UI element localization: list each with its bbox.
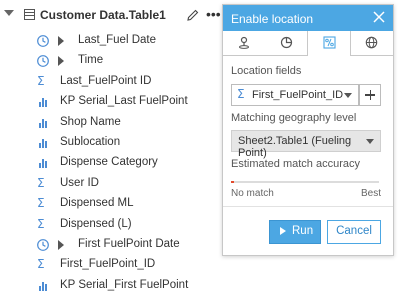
field-label: First FuelPoint Date xyxy=(78,238,180,250)
geo-level-label: Matching geography level xyxy=(231,112,357,124)
dataset-header[interactable]: Customer Data.Table1 ••• xyxy=(0,0,230,32)
tab-coordinates[interactable] xyxy=(223,31,265,55)
more-options-icon[interactable]: ••• xyxy=(206,6,221,22)
chevron-down-icon xyxy=(366,139,374,144)
bar-chart-icon xyxy=(39,139,47,148)
tab-location-fields[interactable] xyxy=(307,31,351,56)
accuracy-label: Estimated match accuracy xyxy=(231,158,360,170)
field-label: Last_Fuel Date xyxy=(78,34,156,46)
play-icon xyxy=(280,227,286,235)
bar-chart-icon xyxy=(39,98,47,108)
sigma-icon: Σ xyxy=(37,73,45,88)
collapse-chevron-icon[interactable] xyxy=(4,10,14,16)
expand-caret-icon[interactable] xyxy=(58,36,64,46)
field-label: Time xyxy=(78,54,104,67)
field-label: Dispense Category xyxy=(60,156,158,169)
geo-level-value: Sheet2.Table1 (Fueling Point) xyxy=(238,135,352,159)
clock-icon xyxy=(37,55,49,68)
field-row[interactable]: Σ Dispensed ML xyxy=(0,194,230,214)
dataset-title: Customer Data.Table1 xyxy=(40,8,166,22)
tab-address[interactable] xyxy=(265,31,307,55)
expand-caret-icon[interactable] xyxy=(58,56,64,67)
field-row[interactable]: KP Serial_First FuelPoint xyxy=(0,276,230,296)
tab-geography[interactable] xyxy=(350,31,392,55)
field-label: Sublocation xyxy=(60,136,121,148)
bar-chart-icon xyxy=(39,159,47,169)
field-label: Shop Name xyxy=(60,115,121,128)
sigma-icon: Σ xyxy=(37,216,45,231)
cancel-button[interactable]: Cancel xyxy=(327,220,381,244)
geography-level-select[interactable]: Sheet2.Table1 (Fueling Point) xyxy=(231,130,381,159)
location-tabs xyxy=(223,31,393,56)
field-label: First_FuelPoint_ID xyxy=(60,258,156,271)
field-label: KP Serial_Last FuelPoint xyxy=(60,95,188,108)
accuracy-max-label: Best xyxy=(360,188,381,199)
field-row[interactable]: Σ Dispensed (L) xyxy=(0,215,230,235)
location-fields-label: Location fields xyxy=(231,65,302,77)
field-label: User ID xyxy=(60,176,99,189)
field-row[interactable]: Σ Last_FuelPoint ID xyxy=(0,72,230,92)
pencil-icon[interactable] xyxy=(186,8,200,22)
field-row[interactable]: First FuelPoint Date xyxy=(0,235,230,255)
address-tab-icon xyxy=(280,36,293,49)
enable-location-dialog: Enable location Location fields Σ First_… xyxy=(222,4,394,256)
field-row[interactable]: Σ User ID xyxy=(0,174,230,194)
cancel-label: Cancel xyxy=(336,225,372,237)
divider xyxy=(223,206,393,207)
bar-chart-icon xyxy=(39,118,47,128)
field-row[interactable]: Time xyxy=(0,51,230,71)
field-label: Dispensed (L) xyxy=(60,217,132,230)
field-row[interactable]: KP Serial_Last FuelPoint xyxy=(0,92,230,112)
chevron-down-icon xyxy=(344,93,352,98)
bar-chart-icon xyxy=(39,281,47,291)
sigma-icon: Σ xyxy=(237,87,245,101)
expand-caret-icon[interactable] xyxy=(58,240,64,250)
field-row[interactable]: Dispense Category xyxy=(0,153,230,173)
add-field-button[interactable] xyxy=(359,84,381,106)
accuracy-fill xyxy=(231,181,234,183)
coordinates-tab-icon xyxy=(239,36,249,49)
location-field-select[interactable]: Σ First_FuelPoint_ID xyxy=(231,84,359,106)
sigma-icon: Σ xyxy=(37,175,45,190)
accuracy-meter xyxy=(231,181,379,183)
field-row[interactable]: Last_Fuel Date xyxy=(0,31,230,51)
field-label: Last_FuelPoint ID xyxy=(60,74,152,87)
geography-tab-icon xyxy=(365,36,378,49)
location-field-value: First_FuelPoint_ID xyxy=(252,89,344,101)
sigma-icon: Σ xyxy=(37,196,45,211)
field-row[interactable]: Shop Name xyxy=(0,113,230,133)
field-label: Dispensed ML xyxy=(60,197,134,210)
field-row[interactable]: Σ First_FuelPoint_ID xyxy=(0,255,230,275)
accuracy-min-label: No match xyxy=(231,188,274,199)
table-icon xyxy=(24,9,35,20)
sigma-icon: Σ xyxy=(37,257,45,272)
run-label: Run xyxy=(292,225,314,237)
clock-icon xyxy=(37,35,49,47)
field-row[interactable]: Sublocation xyxy=(0,133,230,153)
location-fields-tab-icon xyxy=(323,36,336,49)
run-button[interactable]: Run xyxy=(269,220,321,244)
dialog-title-bar: Enable location xyxy=(223,5,393,31)
field-label: KP Serial_First FuelPoint xyxy=(60,278,189,291)
clock-icon xyxy=(37,239,49,251)
data-pane: Customer Data.Table1 ••• Last_Fuel Date T… xyxy=(0,0,230,291)
close-icon[interactable] xyxy=(373,11,385,23)
dialog-title: Enable location xyxy=(231,12,314,26)
